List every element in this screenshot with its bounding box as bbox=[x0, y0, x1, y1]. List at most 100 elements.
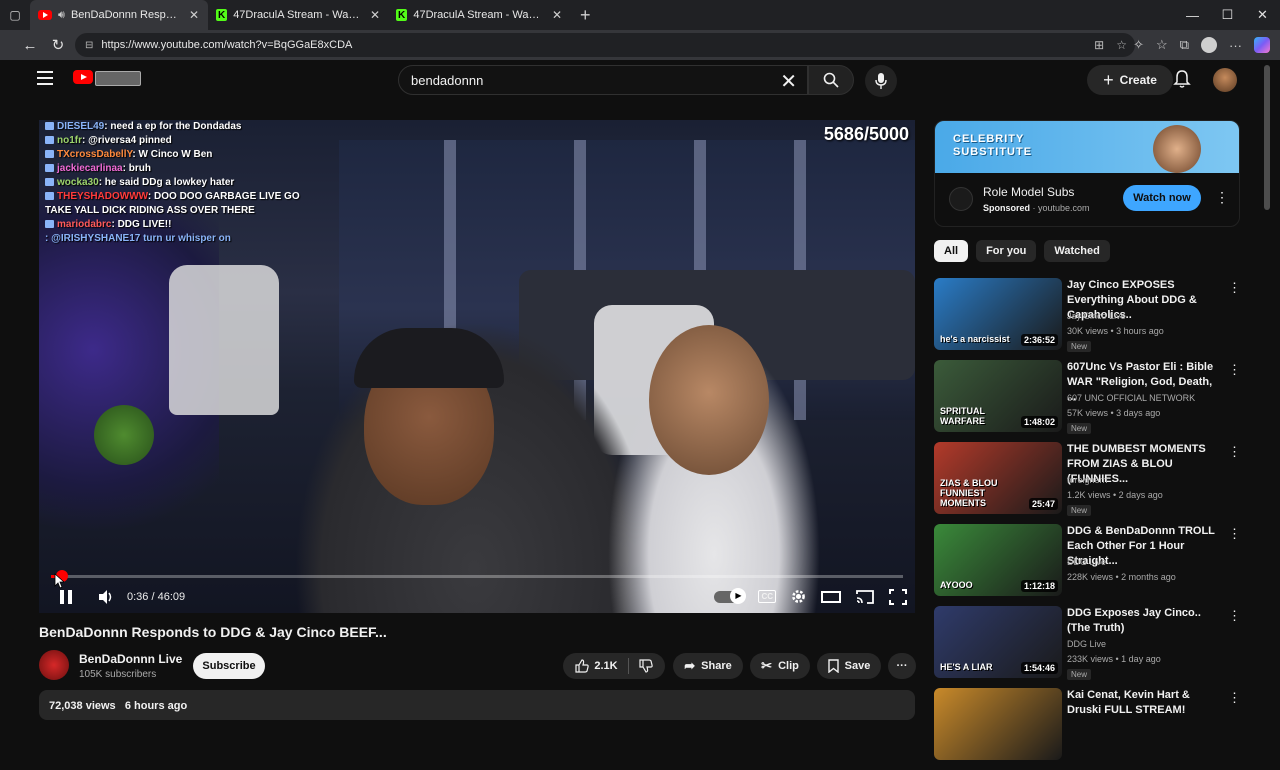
mute-button[interactable] bbox=[93, 580, 119, 613]
channel-avatar[interactable] bbox=[39, 650, 69, 680]
sponsored-ad[interactable]: CELEBRITY SUBSTITUTE Role Model Subs Spo… bbox=[934, 120, 1240, 227]
youtube-logo[interactable] bbox=[73, 70, 93, 84]
like-button[interactable]: 2.1K bbox=[575, 659, 618, 673]
chip-watched[interactable]: Watched bbox=[1044, 240, 1110, 262]
favorite-star-icon[interactable]: ☆ bbox=[1116, 38, 1127, 52]
hamburger-menu-icon[interactable] bbox=[37, 71, 53, 85]
more-vertical-icon[interactable]: ⋮ bbox=[1228, 444, 1241, 460]
pause-button[interactable] bbox=[39, 580, 93, 613]
recommended-video[interactable]: SPRITUAL WARFARE 1:48:02 607Unc Vs Pastor … bbox=[934, 360, 1244, 442]
more-vertical-icon[interactable]: ⋮ bbox=[1228, 526, 1241, 542]
youtube-doodle[interactable] bbox=[95, 71, 141, 86]
maximize-icon[interactable]: ☐ bbox=[1210, 0, 1245, 30]
new-badge: New bbox=[1067, 505, 1092, 516]
site-info-icon[interactable]: ⊟ bbox=[85, 40, 93, 51]
gaming-chair bbox=[169, 265, 279, 415]
chat-message: no1fr: @riversa4 pinned bbox=[45, 134, 345, 148]
thumbs-down-icon[interactable] bbox=[639, 659, 653, 673]
autoplay-toggle[interactable] bbox=[714, 587, 747, 604]
watch-now-button[interactable]: Watch now bbox=[1123, 185, 1201, 211]
progress-bar[interactable] bbox=[51, 570, 903, 582]
channel-name[interactable]: BenDaDonnn Live bbox=[79, 652, 182, 666]
captions-button[interactable]: CC bbox=[758, 590, 776, 603]
video-thumbnail[interactable]: he's a narcissist 2:36:52 bbox=[934, 278, 1062, 350]
recommended-video[interactable]: HE'S A LIAR 1:54:46 DDG Exposes Jay Cinco.… bbox=[934, 606, 1244, 688]
close-tab-icon[interactable]: ✕ bbox=[370, 8, 380, 22]
ad-title[interactable]: Role Model Subs bbox=[983, 185, 1074, 199]
recommended-video[interactable]: Kai Cenat, Kevin Hart & Druski FULL STRE… bbox=[934, 688, 1244, 770]
recommended-channel[interactable]: DDG Live bbox=[1067, 639, 1106, 649]
chip-for-you[interactable]: For you bbox=[976, 240, 1037, 262]
youtube-icon bbox=[38, 10, 52, 20]
chat-message: DIESEL49: need a ep for the Dondadas bbox=[45, 120, 345, 134]
create-button[interactable]: + Create bbox=[1087, 65, 1173, 95]
recommended-channel[interactable]: DDG Live bbox=[1067, 557, 1106, 567]
app-available-icon[interactable]: ⊞ bbox=[1094, 38, 1104, 52]
minimize-icon[interactable]: — bbox=[1175, 0, 1210, 30]
video-thumbnail[interactable]: HE'S A LIAR 1:54:46 bbox=[934, 606, 1062, 678]
recommended-title[interactable]: Kai Cenat, Kevin Hart & Druski FULL STRE… bbox=[1067, 688, 1219, 718]
speaker-icon[interactable]: 🔊︎ bbox=[58, 9, 65, 22]
new-tab-button[interactable]: + bbox=[570, 5, 601, 26]
settings-more-icon[interactable]: ··· bbox=[1229, 38, 1242, 53]
search-button[interactable] bbox=[808, 65, 854, 95]
clip-button[interactable]: ✂ Clip bbox=[750, 653, 810, 679]
video-thumbnail[interactable] bbox=[934, 688, 1062, 760]
share-button[interactable]: ➦ Share bbox=[673, 653, 743, 679]
recommended-meta: 228K views • 2 months ago bbox=[1067, 572, 1176, 582]
video-thumbnail[interactable]: SPRITUAL WARFARE 1:48:02 bbox=[934, 360, 1062, 432]
close-tab-icon[interactable]: ✕ bbox=[189, 8, 199, 22]
like-count: 2.1K bbox=[594, 660, 618, 672]
account-avatar[interactable] bbox=[1213, 68, 1237, 92]
recommended-video[interactable]: AYOOO 1:12:18 DDG & BenDaDonnn TROLL Each … bbox=[934, 524, 1244, 606]
extensions-icon[interactable]: ✧ bbox=[1133, 37, 1144, 53]
address-bar[interactable]: ⊟ https://www.youtube.com/watch?v=BqGGaE… bbox=[75, 33, 1135, 57]
window-menu-icon[interactable]: ▢ bbox=[0, 0, 30, 30]
recommended-video[interactable]: he's a narcissist 2:36:52 Jay Cinco EXPOSE… bbox=[934, 278, 1244, 360]
search-input[interactable]: bendadonnn ✕ bbox=[398, 65, 808, 95]
recommended-video[interactable]: ZIAS & BLOU FUNNIEST MOMENTS 25:47 THE DUM… bbox=[934, 442, 1244, 524]
subscribe-button[interactable]: Subscribe bbox=[193, 653, 265, 679]
ad-banner-image[interactable]: CELEBRITY SUBSTITUTE bbox=[935, 121, 1239, 173]
reload-button[interactable]: ↻ bbox=[44, 31, 72, 59]
voice-search-button[interactable] bbox=[865, 65, 897, 97]
copilot-icon[interactable] bbox=[1254, 37, 1270, 53]
profile-icon[interactable] bbox=[1201, 37, 1217, 53]
more-vertical-icon[interactable]: ⋮ bbox=[1228, 280, 1241, 296]
video-player[interactable]: DIESEL49: need a ep for the Dondadas no1f… bbox=[39, 120, 915, 613]
cast-icon[interactable] bbox=[855, 589, 875, 605]
tab-kick-2[interactable]: K 47DraculA Stream - Watch Live o ✕ bbox=[388, 0, 570, 30]
close-tab-icon[interactable]: ✕ bbox=[552, 8, 562, 22]
more-actions-button[interactable]: ··· bbox=[888, 653, 916, 679]
more-vertical-icon[interactable]: ⋮ bbox=[1215, 189, 1229, 206]
tab-kick-1[interactable]: K 47DraculA Stream - Watch Live o ✕ bbox=[208, 0, 388, 30]
chip-all[interactable]: All bbox=[934, 240, 969, 262]
recommended-channel[interactable]: foreignerrr bbox=[1067, 475, 1109, 485]
recommended-channel[interactable]: Jay Cinco Live bbox=[1067, 311, 1126, 321]
more-vertical-icon[interactable]: ⋮ bbox=[1228, 362, 1241, 378]
tab-youtube[interactable]: 🔊︎ BenDaDonnn Responds to D ✕ bbox=[30, 0, 208, 30]
collections-icon[interactable]: ⧉ bbox=[1180, 37, 1189, 53]
theater-mode-icon[interactable] bbox=[821, 590, 841, 604]
close-window-icon[interactable]: ✕ bbox=[1245, 0, 1280, 30]
chat-message: wocka30: he said DDg a lowkey hater bbox=[45, 176, 345, 190]
save-button[interactable]: Save bbox=[817, 653, 881, 679]
recommended-channel[interactable]: 607 UNC OFFICIAL NETWORK bbox=[1067, 393, 1195, 403]
recommended-title[interactable]: DDG Exposes Jay Cinco.. (The Truth) bbox=[1067, 606, 1219, 636]
favorites-icon[interactable]: ☆ bbox=[1156, 37, 1168, 53]
notifications-bell-icon[interactable] bbox=[1172, 69, 1192, 89]
new-badge: New bbox=[1067, 341, 1092, 352]
fullscreen-icon[interactable] bbox=[889, 588, 907, 605]
kick-icon: K bbox=[396, 9, 408, 21]
more-vertical-icon[interactable]: ⋮ bbox=[1228, 608, 1241, 624]
more-vertical-icon[interactable]: ⋮ bbox=[1228, 690, 1241, 706]
advertiser-logo[interactable] bbox=[949, 187, 973, 211]
chat-message: TAKE YALL DICK RIDING ASS OVER THERE bbox=[45, 204, 345, 218]
settings-gear-icon[interactable] bbox=[790, 588, 807, 605]
description-box[interactable]: 72,038 views 6 hours ago bbox=[39, 690, 915, 720]
clear-search-icon[interactable]: ✕ bbox=[780, 69, 797, 94]
page-scrollbar[interactable] bbox=[1264, 65, 1270, 210]
video-thumbnail[interactable]: AYOOO 1:12:18 bbox=[934, 524, 1062, 596]
video-thumbnail[interactable]: ZIAS & BLOU FUNNIEST MOMENTS 25:47 bbox=[934, 442, 1062, 514]
back-button[interactable]: ← bbox=[16, 31, 44, 59]
